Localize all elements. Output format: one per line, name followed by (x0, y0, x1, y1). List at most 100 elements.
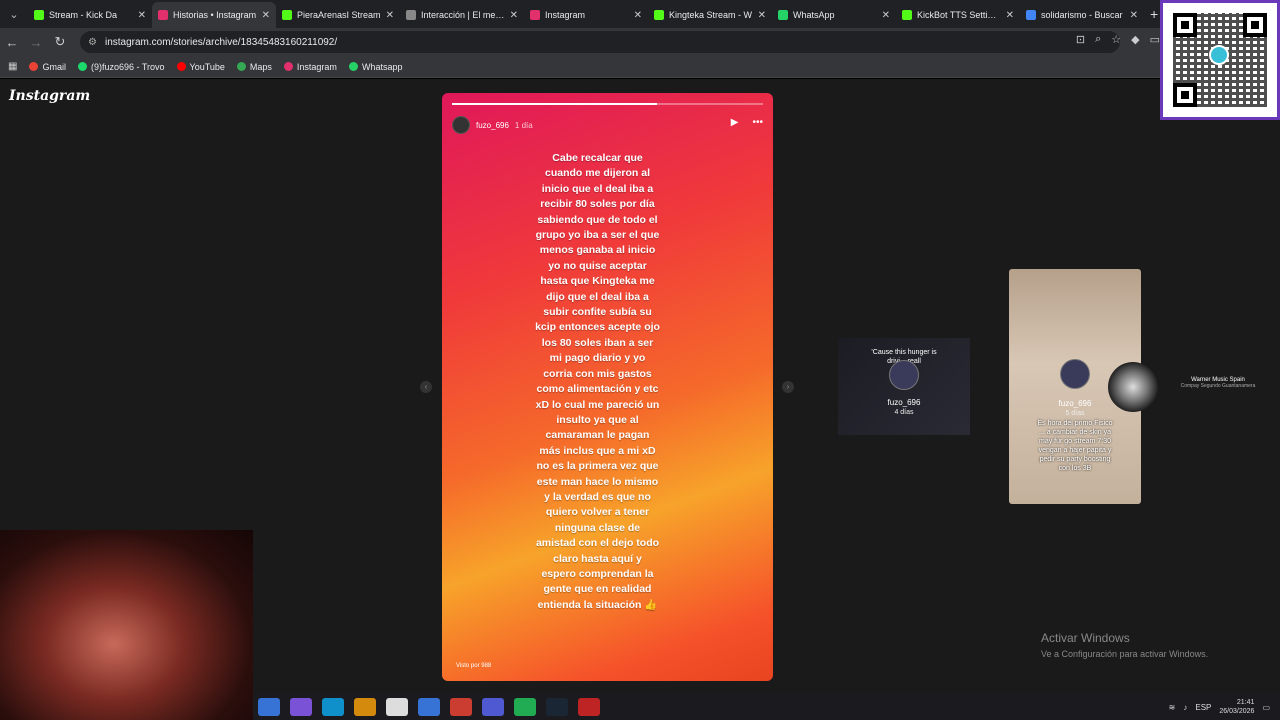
tab-label: KickBot TTS Settings (917, 10, 1001, 20)
story-viewers[interactable]: Visto por 988 (456, 663, 491, 669)
volume-icon[interactable]: ♪ (1183, 703, 1187, 712)
music-avatar (1108, 362, 1158, 412)
tab-search-icon[interactable]: ⌄ (0, 0, 28, 28)
wifi-icon[interactable]: ≋ (1169, 703, 1176, 712)
install-icon[interactable]: ⊡ (1076, 33, 1085, 46)
bookmark-label: Gmail (42, 61, 66, 72)
tab-close-icon[interactable]: ✕ (1006, 10, 1014, 21)
tab-close-icon[interactable]: ✕ (138, 10, 146, 21)
more-options-icon[interactable]: ••• (752, 117, 763, 128)
clock-date: 26/03/2026 (1219, 708, 1255, 715)
toolbar: ← → ↻ ⚙ instagram.com/stories/archive/18… (0, 28, 1280, 56)
bookmarks-list: Gmail (9)fuzo696 - Trovo YouTube Maps Instag… (29, 62, 402, 72)
story-username[interactable]: fuzo_696 (476, 121, 509, 130)
tab-4[interactable]: Instagram ✕ (524, 2, 648, 28)
bookmark-label: Maps (249, 61, 272, 72)
tab-close-icon[interactable]: ✕ (262, 10, 270, 21)
extensions-icon[interactable]: ◆ (1131, 33, 1139, 46)
taskbar-app-icon[interactable] (450, 698, 472, 716)
taskbar-app-icon[interactable] (354, 698, 376, 716)
taskbar-app-icon[interactable] (514, 698, 536, 716)
clock-time: 21:41 (1236, 699, 1255, 706)
notifications-icon[interactable]: ▭ (1262, 703, 1270, 712)
tab-favicon-icon (902, 10, 912, 20)
taskbar-apps (253, 698, 605, 716)
bookmark-item[interactable]: (9)fuzo696 - Trovo (77, 62, 165, 72)
tab-label: Historias • Instagram (173, 10, 257, 20)
tab-close-icon[interactable]: ✕ (634, 10, 642, 21)
tab-favicon-icon (158, 10, 168, 20)
tab-close-icon[interactable]: ✕ (1130, 10, 1138, 21)
bookmark-favicon-icon (29, 62, 39, 71)
bookmark-star-icon[interactable]: ☆ (1111, 33, 1121, 46)
taskbar-app-icon[interactable] (418, 698, 440, 716)
clock[interactable]: 21:41 26/03/2026 (1219, 698, 1254, 716)
bookmark-label: Whatsapp (361, 61, 403, 72)
apps-grid-icon[interactable]: ▦ (8, 61, 17, 72)
taskbar-app-icon[interactable] (482, 698, 504, 716)
tab-label: Instagram (545, 10, 586, 20)
tab-favicon-icon (406, 10, 416, 20)
webcam-overlay (0, 530, 253, 720)
tab-7[interactable]: KickBot TTS Settings ✕ (896, 2, 1020, 28)
tab-favicon-icon (778, 10, 788, 20)
qr-logo (1209, 45, 1229, 65)
taskbar-app-icon[interactable] (322, 698, 344, 716)
tab-close-icon[interactable]: ✕ (882, 10, 890, 21)
tab-close-icon[interactable]: ✕ (758, 10, 766, 21)
bookmark-item[interactable]: Instagram (283, 62, 337, 72)
music-overlay: Warner Music Spain Compay Segundo Guanta… (1168, 377, 1268, 389)
bookmark-item[interactable]: Maps (236, 61, 272, 72)
system-tray: ≋ ♪ ESP 21:41 26/03/2026 ▭ (1169, 694, 1270, 720)
avatar (1060, 359, 1090, 389)
tab-close-icon[interactable]: ✕ (510, 10, 518, 21)
side-story-time: 5 días (1065, 410, 1085, 417)
bookmarks-bar: ▦ Gmail (9)fuzo696 - Trovo YouTube Maps Inst… (0, 56, 1280, 78)
tab-favicon-icon (1026, 10, 1036, 20)
story-progress-bar (452, 103, 763, 105)
reload-icon[interactable]: ↻ (48, 34, 72, 50)
sidepanel-icon[interactable]: ▭ (1150, 33, 1160, 46)
prev-story-icon[interactable]: ‹ (420, 381, 432, 393)
qr-code (1160, 0, 1280, 120)
taskbar-app-icon[interactable] (578, 698, 600, 716)
tab-strip: ⌄ Stream - Kick Da ✕ Historias • Instagram… (0, 0, 1280, 28)
tab-0[interactable]: Stream - Kick Da ✕ (28, 2, 152, 28)
bookmark-item[interactable]: Gmail (29, 62, 66, 72)
tab-5[interactable]: Kingteka Stream - W ✕ (648, 2, 772, 28)
taskbar-app-icon[interactable] (546, 698, 568, 716)
story-viewer[interactable]: fuzo_696 1 día ▶ ••• Cabe recalcar que c… (442, 93, 773, 681)
language-indicator[interactable]: ESP (1195, 703, 1211, 712)
next-story-icon[interactable]: › (782, 381, 794, 393)
windows-activation-watermark: Activar Windows Ve a Configuración para … (1041, 631, 1208, 659)
tabs-container: Stream - Kick Da ✕ Historias • Instagram ✕ P… (28, 0, 1144, 28)
site-info-icon[interactable]: ⚙ (88, 37, 97, 48)
tab-6[interactable]: WhatsApp ✕ (772, 2, 896, 28)
bookmark-item[interactable]: YouTube (176, 62, 225, 72)
address-bar[interactable]: ⚙ instagram.com/stories/archive/18345483… (80, 31, 1120, 53)
taskbar-app-icon[interactable] (290, 698, 312, 716)
tab-1[interactable]: Historias • Instagram ✕ (152, 2, 276, 28)
back-icon[interactable]: ← (0, 35, 24, 50)
bookmark-favicon-icon (283, 62, 293, 71)
activation-title: Activar Windows (1041, 631, 1130, 645)
avatar[interactable] (452, 116, 470, 134)
qr-eye (1173, 83, 1197, 107)
tab-3[interactable]: Interacción | El mejor ✕ (400, 2, 524, 28)
side-story-time: 4 días (894, 409, 914, 416)
avatar (889, 360, 919, 390)
zoom-icon[interactable]: ⌕ (1095, 33, 1101, 46)
side-story-1[interactable]: 'Cause this hunger is drivi... reall fuz… (838, 338, 970, 435)
tab-label: PieraArenasI Stream (297, 10, 381, 20)
story-text: Cabe recalcar que cuando me dijeron al i… (535, 152, 660, 611)
qr-eye (1173, 13, 1197, 37)
instagram-logo[interactable]: Instagram (9, 88, 90, 104)
play-icon[interactable]: ▶ (731, 117, 739, 128)
taskbar-app-icon[interactable] (258, 698, 280, 716)
forward-icon[interactable]: → (24, 35, 48, 50)
bookmark-item[interactable]: Whatsapp (348, 61, 403, 72)
taskbar-app-icon[interactable] (386, 698, 408, 716)
tab-8[interactable]: solidarismo - Buscar ✕ (1020, 2, 1144, 28)
tab-2[interactable]: PieraArenasI Stream ✕ (276, 2, 400, 28)
tab-close-icon[interactable]: ✕ (386, 10, 394, 21)
